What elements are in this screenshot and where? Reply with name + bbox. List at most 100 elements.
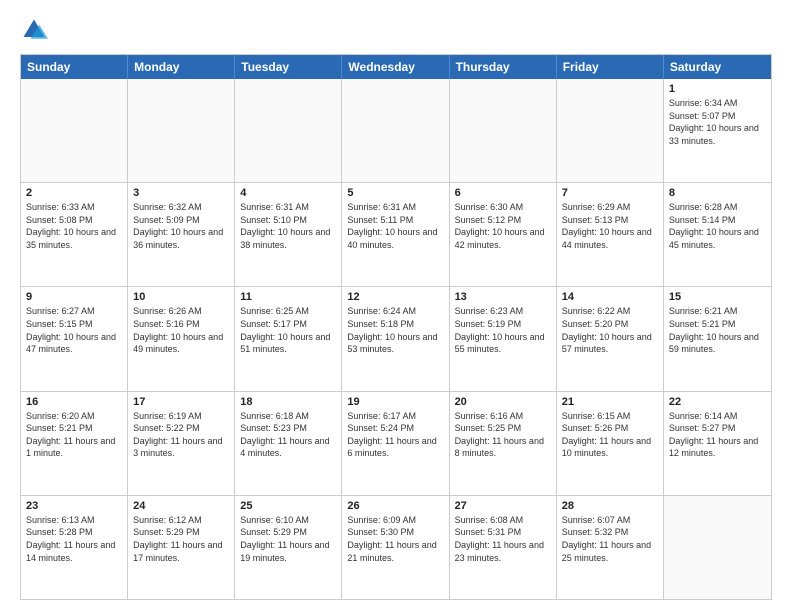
day-number: 11 — [240, 291, 336, 303]
weekday-header: Saturday — [664, 55, 771, 79]
calendar-cell: 11 Sunrise: 6:25 AM Sunset: 5:17 PM Dayli… — [235, 287, 342, 390]
weekday-header: Monday — [128, 55, 235, 79]
calendar-cell: 6 Sunrise: 6:30 AM Sunset: 5:12 PM Daylig… — [450, 183, 557, 286]
calendar-cell — [128, 79, 235, 182]
day-number: 5 — [347, 187, 443, 199]
cell-info: Sunrise: 6:15 AM Sunset: 5:26 PM Dayligh… — [562, 410, 658, 460]
cell-info: Sunrise: 6:14 AM Sunset: 5:27 PM Dayligh… — [669, 410, 766, 460]
calendar-cell: 24 Sunrise: 6:12 AM Sunset: 5:29 PM Dayli… — [128, 496, 235, 599]
day-number: 22 — [669, 396, 766, 408]
calendar-cell — [235, 79, 342, 182]
day-number: 15 — [669, 291, 766, 303]
calendar-row: 2 Sunrise: 6:33 AM Sunset: 5:08 PM Daylig… — [21, 182, 771, 286]
cell-info: Sunrise: 6:25 AM Sunset: 5:17 PM Dayligh… — [240, 305, 336, 355]
page: SundayMondayTuesdayWednesdayThursdayFrid… — [0, 0, 792, 612]
cell-info: Sunrise: 6:24 AM Sunset: 5:18 PM Dayligh… — [347, 305, 443, 355]
calendar-row: 23 Sunrise: 6:13 AM Sunset: 5:28 PM Dayli… — [21, 495, 771, 599]
calendar-cell — [557, 79, 664, 182]
calendar-cell: 13Sunrise: 6:23 AM Sunset: 5:19 PM Dayli… — [450, 287, 557, 390]
cell-info: Sunrise: 6:31 AM Sunset: 5:11 PM Dayligh… — [347, 201, 443, 251]
calendar-cell: 19 Sunrise: 6:17 AM Sunset: 5:24 PM Dayli… — [342, 392, 449, 495]
logo — [20, 16, 52, 44]
calendar-cell: 4 Sunrise: 6:31 AM Sunset: 5:10 PM Daylig… — [235, 183, 342, 286]
calendar-cell: 3 Sunrise: 6:32 AM Sunset: 5:09 PM Daylig… — [128, 183, 235, 286]
calendar-cell — [664, 496, 771, 599]
day-number: 4 — [240, 187, 336, 199]
cell-info: Sunrise: 6:10 AM Sunset: 5:29 PM Dayligh… — [240, 514, 336, 564]
cell-info: Sunrise: 6:17 AM Sunset: 5:24 PM Dayligh… — [347, 410, 443, 460]
logo-icon — [20, 16, 48, 44]
day-number: 12 — [347, 291, 443, 303]
calendar-cell: 26 Sunrise: 6:09 AM Sunset: 5:30 PM Dayli… — [342, 496, 449, 599]
day-number: 25 — [240, 500, 336, 512]
header — [20, 16, 772, 44]
cell-info: Sunrise: 6:27 AM Sunset: 5:15 PM Dayligh… — [26, 305, 122, 355]
calendar: SundayMondayTuesdayWednesdayThursdayFrid… — [20, 54, 772, 600]
calendar-cell: 1 Sunrise: 6:34 AM Sunset: 5:07 PM Daylig… — [664, 79, 771, 182]
weekday-header: Thursday — [450, 55, 557, 79]
cell-info: Sunrise: 6:31 AM Sunset: 5:10 PM Dayligh… — [240, 201, 336, 251]
weekday-header: Sunday — [21, 55, 128, 79]
cell-info: Sunrise: 6:13 AM Sunset: 5:28 PM Dayligh… — [26, 514, 122, 564]
calendar-cell: 5 Sunrise: 6:31 AM Sunset: 5:11 PM Daylig… — [342, 183, 449, 286]
calendar-cell: 2 Sunrise: 6:33 AM Sunset: 5:08 PM Daylig… — [21, 183, 128, 286]
cell-info: Sunrise: 6:30 AM Sunset: 5:12 PM Dayligh… — [455, 201, 551, 251]
calendar-row: 9 Sunrise: 6:27 AM Sunset: 5:15 PM Daylig… — [21, 286, 771, 390]
cell-info: Sunrise: 6:09 AM Sunset: 5:30 PM Dayligh… — [347, 514, 443, 564]
calendar-cell: 28 Sunrise: 6:07 AM Sunset: 5:32 PM Dayli… — [557, 496, 664, 599]
calendar-cell: 17 Sunrise: 6:19 AM Sunset: 5:22 PM Dayli… — [128, 392, 235, 495]
day-number: 6 — [455, 187, 551, 199]
calendar-body: 1 Sunrise: 6:34 AM Sunset: 5:07 PM Daylig… — [21, 79, 771, 599]
day-number: 21 — [562, 396, 658, 408]
calendar-cell: 8 Sunrise: 6:28 AM Sunset: 5:14 PM Daylig… — [664, 183, 771, 286]
cell-info: Sunrise: 6:22 AM Sunset: 5:20 PM Dayligh… — [562, 305, 658, 355]
day-number: 1 — [669, 83, 766, 95]
cell-info: Sunrise: 6:08 AM Sunset: 5:31 PM Dayligh… — [455, 514, 551, 564]
cell-info: Sunrise: 6:32 AM Sunset: 5:09 PM Dayligh… — [133, 201, 229, 251]
calendar-cell — [21, 79, 128, 182]
cell-info: Sunrise: 6:21 AM Sunset: 5:21 PM Dayligh… — [669, 305, 766, 355]
calendar-cell: 23 Sunrise: 6:13 AM Sunset: 5:28 PM Dayli… — [21, 496, 128, 599]
calendar-cell: 27 Sunrise: 6:08 AM Sunset: 5:31 PM Dayli… — [450, 496, 557, 599]
cell-info: Sunrise: 6:12 AM Sunset: 5:29 PM Dayligh… — [133, 514, 229, 564]
cell-info: Sunrise: 6:23 AM Sunset: 5:19 PM Dayligh… — [455, 305, 551, 355]
calendar-cell: 18Sunrise: 6:18 AM Sunset: 5:23 PM Dayli… — [235, 392, 342, 495]
day-number: 17 — [133, 396, 229, 408]
calendar-row: 1 Sunrise: 6:34 AM Sunset: 5:07 PM Daylig… — [21, 79, 771, 182]
calendar-cell: 21 Sunrise: 6:15 AM Sunset: 5:26 PM Dayli… — [557, 392, 664, 495]
weekday-header: Friday — [557, 55, 664, 79]
calendar-cell: 10Sunrise: 6:26 AM Sunset: 5:16 PM Dayli… — [128, 287, 235, 390]
day-number: 9 — [26, 291, 122, 303]
day-number: 24 — [133, 500, 229, 512]
cell-info: Sunrise: 6:33 AM Sunset: 5:08 PM Dayligh… — [26, 201, 122, 251]
cell-info: Sunrise: 6:28 AM Sunset: 5:14 PM Dayligh… — [669, 201, 766, 251]
calendar-cell: 7 Sunrise: 6:29 AM Sunset: 5:13 PM Daylig… — [557, 183, 664, 286]
day-number: 20 — [455, 396, 551, 408]
calendar-cell: 12 Sunrise: 6:24 AM Sunset: 5:18 PM Dayli… — [342, 287, 449, 390]
cell-info: Sunrise: 6:29 AM Sunset: 5:13 PM Dayligh… — [562, 201, 658, 251]
day-number: 8 — [669, 187, 766, 199]
calendar-cell: 15 Sunrise: 6:21 AM Sunset: 5:21 PM Dayli… — [664, 287, 771, 390]
calendar-cell: 20 Sunrise: 6:16 AM Sunset: 5:25 PM Dayli… — [450, 392, 557, 495]
day-number: 3 — [133, 187, 229, 199]
day-number: 23 — [26, 500, 122, 512]
calendar-row: 16Sunrise: 6:20 AM Sunset: 5:21 PM Dayli… — [21, 391, 771, 495]
calendar-cell — [450, 79, 557, 182]
day-number: 19 — [347, 396, 443, 408]
cell-info: Sunrise: 6:34 AM Sunset: 5:07 PM Dayligh… — [669, 97, 766, 147]
day-number: 2 — [26, 187, 122, 199]
calendar-cell: 25 Sunrise: 6:10 AM Sunset: 5:29 PM Dayli… — [235, 496, 342, 599]
day-number: 14 — [562, 291, 658, 303]
weekday-header: Tuesday — [235, 55, 342, 79]
cell-info: Sunrise: 6:19 AM Sunset: 5:22 PM Dayligh… — [133, 410, 229, 460]
day-number: 16 — [26, 396, 122, 408]
day-number: 7 — [562, 187, 658, 199]
day-number: 27 — [455, 500, 551, 512]
cell-info: Sunrise: 6:07 AM Sunset: 5:32 PM Dayligh… — [562, 514, 658, 564]
day-number: 26 — [347, 500, 443, 512]
day-number: 28 — [562, 500, 658, 512]
day-number: 10 — [133, 291, 229, 303]
calendar-cell: 14 Sunrise: 6:22 AM Sunset: 5:20 PM Dayli… — [557, 287, 664, 390]
calendar-cell: 22 Sunrise: 6:14 AM Sunset: 5:27 PM Dayli… — [664, 392, 771, 495]
cell-info: Sunrise: 6:16 AM Sunset: 5:25 PM Dayligh… — [455, 410, 551, 460]
